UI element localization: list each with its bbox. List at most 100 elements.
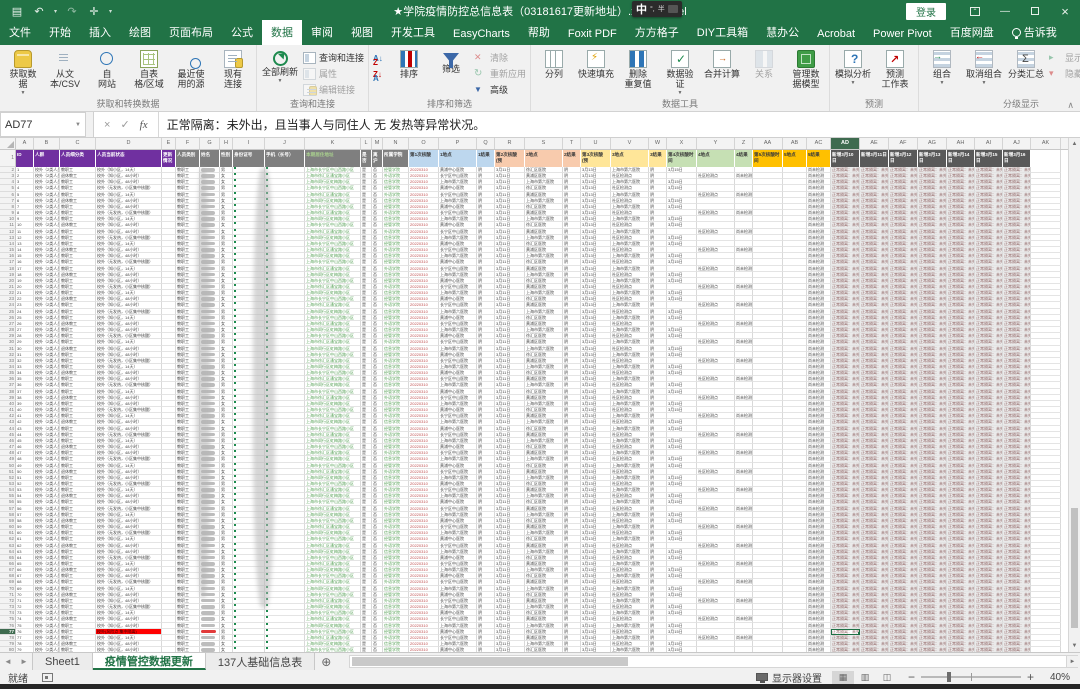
header-cell-N[interactable]: 所属学院 [383,150,409,167]
column-header-Y[interactable]: Y [697,138,735,149]
horizontal-scrollbar[interactable]: ► [349,655,1078,668]
tab-tell-me[interactable]: 告诉我 [1003,20,1066,45]
column-header-Z[interactable]: Z [735,138,753,149]
undo-icon[interactable]: ↶ [32,4,46,18]
column-header-J[interactable]: J [265,138,305,149]
column-header-B[interactable]: B [34,138,60,149]
header-cell-L[interactable]: 是否 [361,150,372,167]
column-header-AB[interactable]: AB [783,138,807,149]
sheet-tab[interactable]: 137人基础信息表 [206,653,315,670]
header-cell-AA[interactable]: 第5次核酸时间 [753,150,783,167]
ribbon-button[interactable]: 全部刷新▼ [259,47,301,84]
ribbon-button[interactable]: 最近使 用的源 [170,47,212,89]
ribbon-button[interactable]: 删除 重复值 [617,47,659,89]
tab-baidu-netdisk[interactable]: 百度网盘 [941,20,1003,45]
ribbon-button[interactable]: 获取数 据▼ [2,47,44,96]
collapse-ribbon-icon[interactable]: ∧ [1067,100,1074,687]
column-header-P[interactable]: P [439,138,477,149]
column-header-S[interactable]: S [525,138,563,149]
column-header-AJ[interactable]: AJ [1003,138,1031,149]
zoom-level[interactable]: 40% [1040,672,1070,683]
header-cell-V[interactable]: 3地点 [611,150,649,167]
column-header-AK[interactable]: AK [1031,138,1061,149]
ribbon-button[interactable]: 筛选 [430,47,472,74]
restore-button[interactable] [1020,0,1050,22]
tab-review[interactable]: 审阅 [302,20,342,45]
column-header-R[interactable]: R [495,138,525,149]
column-header-AE[interactable]: AE [860,138,889,149]
column-header-E[interactable]: E [162,138,176,149]
tab-acrobat[interactable]: Acrobat [808,24,864,45]
header-cell-H[interactable]: 性别 [220,150,233,167]
header-cell-F[interactable]: 人员类别 [176,150,200,167]
zoom-slider[interactable] [921,676,1021,678]
ribbon-button[interactable]: 现有 连接 [212,47,254,89]
header-cell-AD[interactable]: 新增3月10日 [831,150,860,167]
header-cell-D[interactable]: 人员当前状态 [96,150,162,167]
column-header-D[interactable]: D [96,138,162,149]
ribbon-display-options-icon[interactable]: ⌃ [960,0,990,22]
tab-power-pivot[interactable]: Power Pivot [864,24,941,45]
save-icon[interactable]: ▤ [10,4,24,18]
column-header-N[interactable]: N [383,138,409,149]
column-header-AF[interactable]: AF [889,138,918,149]
header-cell-M[interactable]: 离沪 [372,150,383,167]
column-header-AH[interactable]: AH [947,138,975,149]
zoom-out-icon[interactable]: − [908,670,915,684]
tab-diy-toolbox[interactable]: DIY工具箱 [688,20,757,45]
select-all-corner[interactable] [0,138,16,149]
header-cell-AF[interactable]: 新增3月12日 [889,150,918,167]
header-cell-AH[interactable]: 新增3月14日 [947,150,975,167]
ribbon-button[interactable]: 组合▼ [921,47,963,86]
header-cell-AB[interactable]: 5地点 [783,150,807,167]
column-header-A[interactable]: A [16,138,34,149]
minimize-button[interactable]: — [990,0,1020,22]
ime-indicator[interactable]: 中°,半 [632,1,682,17]
column-header-O[interactable]: O [409,138,439,149]
qat-customize-icon[interactable]: ▾ [109,8,112,15]
ribbon-button[interactable]: 分类汇总 [1005,47,1047,79]
sheet-tab[interactable]: 疫情管控数据更新 [93,653,206,670]
column-header-C[interactable]: C [60,138,96,149]
tab-foxit-pdf[interactable]: Foxit PDF [559,24,626,45]
tab-page-layout[interactable]: 页面布局 [160,20,222,45]
header-cell-K[interactable]: 本期居住地址 [305,150,361,167]
tab-help[interactable]: 帮助 [519,20,559,45]
column-header-AA[interactable]: AA [753,138,783,149]
new-sheet-button[interactable]: ⊕ [315,653,337,670]
column-header-AI[interactable]: AI [975,138,1003,149]
header-cell-O[interactable]: 第1次核酸 [409,150,439,167]
column-header-H[interactable]: H [220,138,233,149]
confirm-entry-icon[interactable]: ✓ [120,118,129,131]
column-header-AD[interactable]: AD [831,138,860,149]
ribbon-button[interactable]: 排序 [388,47,430,79]
zadesc-icon[interactable] [373,68,386,80]
undo-caret-icon[interactable]: ▾ [54,8,57,15]
header-cell-AC[interactable]: 5结果 [807,150,831,167]
horizontal-scroll-thumb[interactable] [352,657,628,666]
ribbon-button[interactable]: 分列 [533,47,575,79]
header-cell-C[interactable]: 人员细分类 [60,150,96,167]
display-settings-button[interactable]: 显示器设置 [756,670,822,685]
azasc-icon[interactable] [373,52,386,64]
header-cell-S[interactable]: 2地点 [525,150,563,167]
sheet-nav-left-icon[interactable]: ◄ [0,653,16,670]
ribbon-button[interactable]: 预测 工作表 [874,47,916,89]
header-cell-A[interactable]: ID [16,150,34,167]
ribbon-button[interactable]: 取消组合▼ [963,47,1005,86]
column-header-K[interactable]: K [305,138,361,149]
header-cell-U[interactable]: 第3次核酸(预 [581,150,611,167]
column-header-F[interactable]: F [176,138,200,149]
touch-mode-icon[interactable]: ✛ [87,4,101,18]
header-cell-X[interactable]: 第4次核酸时间 [667,150,697,167]
header-cell-Z[interactable]: 4结果 [735,150,753,167]
selected-cell[interactable]: 正常隔离：未外出 无异常 [831,629,860,635]
header-cell-AE[interactable]: 新增3月11日 [860,150,889,167]
tab-data[interactable]: 数据 [262,20,302,45]
header-cell-AK[interactable] [1031,150,1061,167]
tab-developer[interactable]: 开发工具 [382,20,444,45]
row-header-1[interactable]: 1 [0,150,16,167]
header-cell-J[interactable]: 手机（长号） [265,150,305,167]
sheet-tab[interactable]: Sheet1 [32,653,93,670]
header-cell-W[interactable]: 3结果 [649,150,667,167]
